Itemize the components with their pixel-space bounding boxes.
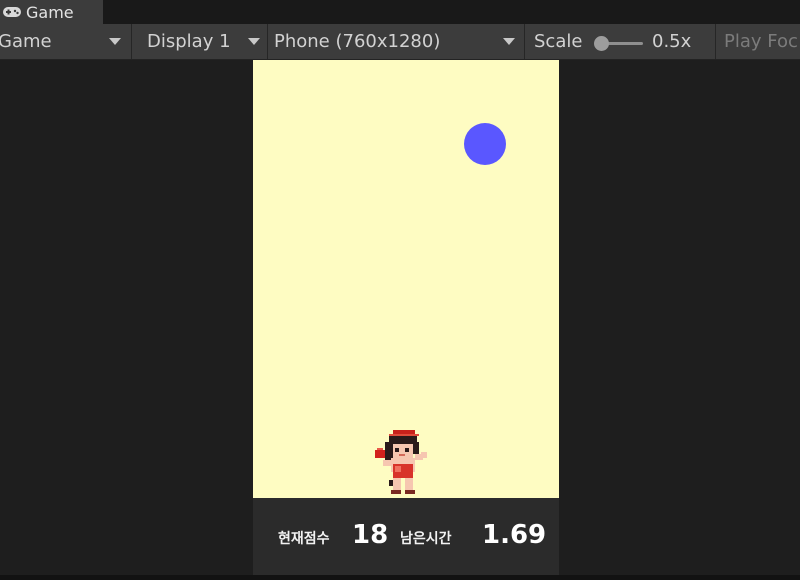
tab-bar: Game xyxy=(0,0,800,24)
score-label: 현재점수 xyxy=(278,531,330,547)
chevron-down-icon xyxy=(248,38,260,45)
scale-value: 0.5x xyxy=(652,31,692,52)
toolbar-divider xyxy=(267,24,268,59)
time-label: 남은시간 xyxy=(400,531,452,547)
score-hud: 현재점수 18 남은시간 1.69 xyxy=(253,498,559,575)
scale-slider-handle[interactable] xyxy=(594,36,609,51)
toolbar-divider xyxy=(131,24,132,59)
gamepad-icon xyxy=(3,7,21,17)
bottom-strip xyxy=(0,575,800,580)
chevron-down-icon xyxy=(503,38,515,45)
toolbar-divider xyxy=(715,24,716,59)
resolution-dropdown[interactable]: Phone (760x1280) xyxy=(274,24,522,59)
display-dropdown[interactable]: Display 1 xyxy=(147,24,265,59)
toolbar-divider xyxy=(524,24,525,59)
game-toolbar: Game Display 1 Phone (760x1280) Scale 0.… xyxy=(0,24,800,60)
mode-dropdown[interactable]: Game xyxy=(0,24,129,59)
game-viewport[interactable] xyxy=(253,60,559,498)
resolution-dropdown-label: Phone (760x1280) xyxy=(274,31,441,52)
mode-dropdown-label: Game xyxy=(0,31,52,52)
chevron-down-icon xyxy=(109,38,121,45)
player-character-icon xyxy=(375,430,427,494)
time-value: 1.69 xyxy=(482,520,547,550)
scale-label: Scale xyxy=(534,31,583,52)
tab-game[interactable]: Game xyxy=(0,0,103,24)
display-dropdown-label: Display 1 xyxy=(147,31,231,52)
tab-label: Game xyxy=(26,2,74,22)
play-focused-dropdown[interactable]: Play Foc xyxy=(724,24,798,59)
falling-ball xyxy=(464,123,506,165)
score-value: 18 xyxy=(352,520,389,550)
